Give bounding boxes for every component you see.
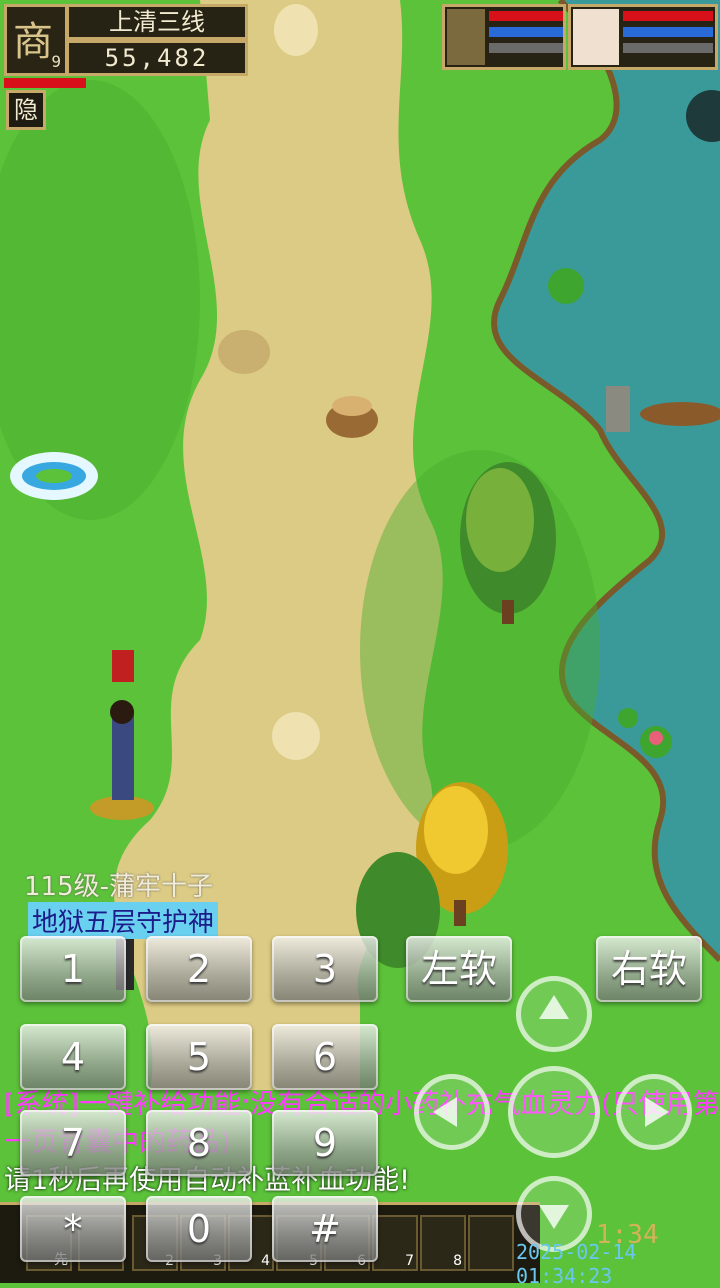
key-8[interactable]: 8	[146, 1110, 252, 1176]
chevron-right-icon	[645, 1097, 669, 1127]
player-hp-bar	[4, 78, 86, 88]
key-1[interactable]: 1	[20, 936, 126, 1002]
player-hud: 商 9 上清三线 55,482	[4, 4, 248, 76]
class-glyph: 商	[13, 19, 53, 65]
companion-mp-bar	[623, 27, 713, 37]
left-soft-key[interactable]: 左软	[406, 936, 512, 1002]
key-7[interactable]: 7	[20, 1110, 126, 1176]
money-value: 55,482	[66, 40, 248, 76]
timestamp: 2025-02-14 01:34:23	[516, 1240, 637, 1288]
dpad-up-button[interactable]	[516, 976, 592, 1052]
companion-frame[interactable]	[568, 4, 718, 70]
pet-hp-bar	[489, 11, 563, 21]
pet-frame[interactable]	[442, 4, 566, 70]
key-star[interactable]: *	[20, 1196, 126, 1262]
chevron-down-icon	[539, 1205, 569, 1229]
key-hash[interactable]: #	[272, 1196, 378, 1262]
chevron-left-icon	[433, 1097, 457, 1127]
key-6[interactable]: 6	[272, 1024, 378, 1090]
key-4[interactable]: 4	[20, 1024, 126, 1090]
server-name: 上清三线	[66, 4, 248, 40]
pet-mp-bar	[489, 27, 563, 37]
player-level: 9	[51, 52, 61, 71]
toolbar-slot-8[interactable]: 8	[420, 1215, 466, 1271]
npc-name-label: 115级-蒲牢十子	[24, 872, 214, 902]
key-9[interactable]: 9	[272, 1110, 378, 1176]
right-soft-key[interactable]: 右软	[596, 936, 702, 1002]
dpad-right-button[interactable]	[616, 1074, 692, 1150]
dpad-left-button[interactable]	[414, 1074, 490, 1150]
toolbar-slot-9[interactable]	[468, 1215, 514, 1271]
key-2[interactable]: 2	[146, 936, 252, 1002]
companion-hp-bar	[623, 11, 713, 21]
companion-portrait	[573, 9, 619, 65]
dpad-center-button[interactable]	[508, 1066, 600, 1158]
key-5[interactable]: 5	[146, 1024, 252, 1090]
toolbar-slot-7[interactable]: 7	[372, 1215, 418, 1271]
pet-portrait	[447, 9, 485, 65]
chevron-up-icon	[539, 995, 569, 1019]
player-avatar[interactable]: 商 9	[4, 4, 68, 76]
pet-exp-bar	[489, 43, 563, 53]
companion-exp-bar	[623, 43, 713, 53]
hide-ui-button[interactable]: 隐	[6, 90, 46, 130]
npc-title-label: 地狱五层守护神	[28, 902, 219, 939]
key-3[interactable]: 3	[272, 936, 378, 1002]
key-0[interactable]: 0	[146, 1196, 252, 1262]
